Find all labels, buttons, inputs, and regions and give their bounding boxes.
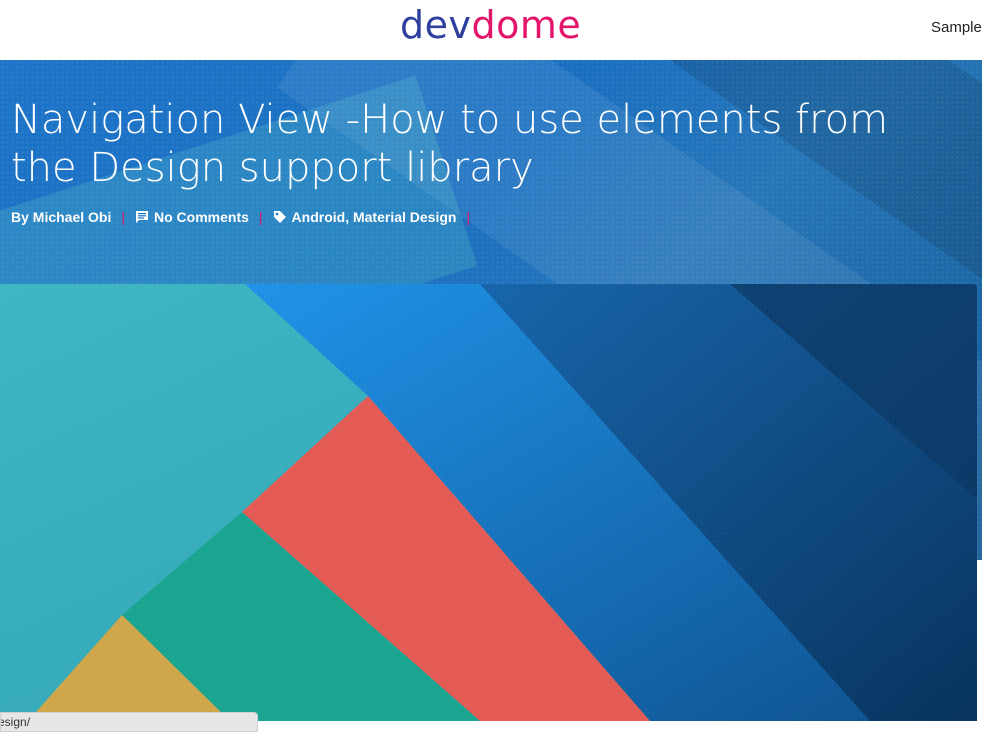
comments-link[interactable]: No Comments	[154, 209, 249, 225]
logo-dev-text: dev	[400, 3, 472, 47]
top-bar: devdome Sample	[0, 0, 982, 60]
tag-icon	[273, 211, 286, 223]
author-link[interactable]: By Michael Obi	[11, 209, 111, 225]
post-meta: By Michael Obi | No Comments | Android ,…	[11, 206, 480, 228]
featured-image[interactable]	[0, 284, 977, 721]
category-link-android[interactable]: Android	[292, 209, 346, 225]
meta-separator: |	[466, 209, 471, 225]
browser-status-url: esign/	[0, 712, 258, 732]
content-edge	[977, 560, 982, 732]
category-link-material-design[interactable]: Material Design	[353, 209, 456, 225]
category-separator: ,	[345, 209, 353, 225]
comment-icon	[136, 211, 148, 223]
site-logo[interactable]: devdome	[400, 2, 581, 48]
nav-link-sample[interactable]: Sample	[931, 19, 982, 36]
material-design-artwork	[0, 284, 977, 721]
logo-dome-text: dome	[471, 3, 582, 47]
post-title: Navigation View -How to use elements fro…	[11, 97, 889, 191]
meta-separator: |	[121, 209, 125, 225]
meta-separator: |	[258, 209, 263, 225]
